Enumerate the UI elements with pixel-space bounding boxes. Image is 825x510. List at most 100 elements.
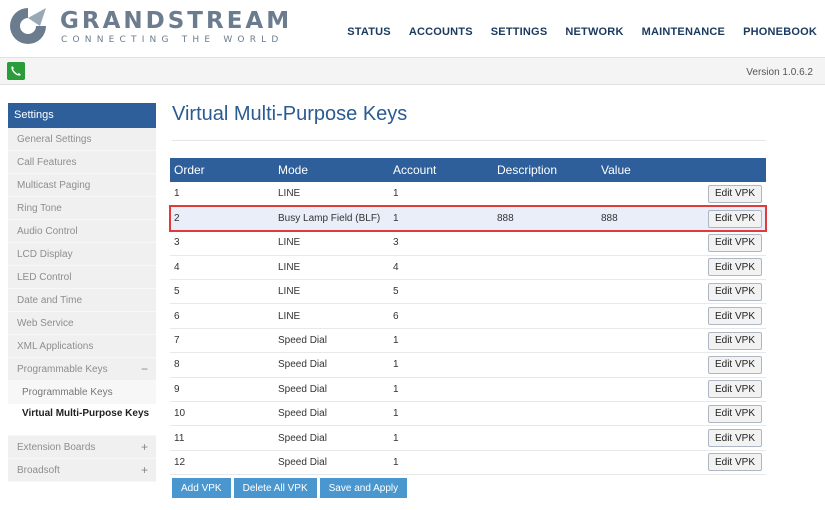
- nav-maintenance[interactable]: MAINTENANCE: [642, 26, 725, 38]
- add-vpk-button[interactable]: Add VPK: [172, 478, 231, 498]
- edit-vpk-button[interactable]: Edit VPK: [707, 184, 762, 203]
- cell-mode: Busy Lamp Field (BLF): [274, 206, 389, 232]
- cell-account: 1: [389, 377, 493, 403]
- column-header-mode: Mode: [278, 163, 309, 177]
- cell-actions: Edit VPK: [657, 401, 766, 427]
- sidebar-item-ring-tone[interactable]: Ring Tone: [8, 197, 156, 220]
- sidebar-item-multicast-paging[interactable]: Multicast Paging: [8, 174, 156, 197]
- nav-phonebook[interactable]: PHONEBOOK: [743, 26, 817, 38]
- table-row: 6 LINE 6 Edit VPK: [170, 303, 766, 329]
- table-row: 4 LINE 4 Edit VPK: [170, 255, 766, 281]
- cell-order: 8: [170, 352, 274, 378]
- cell-mode: LINE: [274, 303, 389, 329]
- cell-actions: Edit VPK: [657, 425, 766, 451]
- phone-icon[interactable]: [7, 62, 25, 80]
- sidebar-subitem-programmable-keys[interactable]: Programmable Keys: [8, 381, 156, 404]
- nav-settings[interactable]: SETTINGS: [491, 26, 548, 38]
- firmware-version: Version 1.0.6.2: [746, 67, 813, 78]
- table-row: 3 LINE 3 Edit VPK: [170, 230, 766, 256]
- brand-tagline: CONNECTING THE WORLD: [61, 35, 284, 45]
- cell-order: 6: [170, 303, 274, 329]
- sidebar-item-programmable-keys-group[interactable]: Programmable Keys −: [8, 358, 156, 381]
- delete-all-vpk-button[interactable]: Delete All VPK: [233, 478, 317, 498]
- edit-vpk-button[interactable]: Edit VPK: [707, 233, 762, 252]
- edit-vpk-button[interactable]: Edit VPK: [707, 429, 762, 448]
- edit-vpk-button[interactable]: Edit VPK: [707, 209, 762, 228]
- table-row: 10 Speed Dial 1 Edit VPK: [170, 401, 766, 427]
- edit-vpk-button[interactable]: Edit VPK: [707, 380, 762, 399]
- sub-toolbar: Version 1.0.6.2: [0, 57, 825, 85]
- cell-value: [597, 230, 657, 256]
- table-row: 9 Speed Dial 1 Edit VPK: [170, 377, 766, 403]
- sidebar-item-audio-control[interactable]: Audio Control: [8, 220, 156, 243]
- cell-description: [493, 401, 597, 427]
- cell-order: 5: [170, 279, 274, 305]
- sidebar-item-general-settings[interactable]: General Settings: [8, 128, 156, 151]
- cell-account: 1: [389, 182, 493, 207]
- sidebar-item-extension-boards[interactable]: Extension Boards +: [8, 436, 156, 459]
- edit-vpk-button[interactable]: Edit VPK: [707, 258, 762, 277]
- cell-mode: Speed Dial: [274, 401, 389, 427]
- edit-vpk-button[interactable]: Edit VPK: [707, 355, 762, 374]
- cell-description: [493, 230, 597, 256]
- edit-vpk-button[interactable]: Edit VPK: [707, 307, 762, 326]
- cell-account: 1: [389, 206, 493, 232]
- cell-description: [493, 328, 597, 354]
- column-header-order: Order: [174, 163, 205, 177]
- cell-account: 4: [389, 255, 493, 281]
- cell-account: 6: [389, 303, 493, 329]
- nav-accounts[interactable]: ACCOUNTS: [409, 26, 473, 38]
- cell-value: [597, 425, 657, 451]
- cell-mode: Speed Dial: [274, 450, 389, 476]
- cell-description: [493, 182, 597, 207]
- sidebar-item-led-control[interactable]: LED Control: [8, 266, 156, 289]
- sidebar-item-label: Extension Boards: [17, 442, 96, 453]
- cell-value: [597, 377, 657, 403]
- cell-account: 1: [389, 450, 493, 476]
- table-body: 1 LINE 1 Edit VPK 2 Busy Lamp Field (BLF) 1 888…: [169, 182, 767, 476]
- divider: [172, 140, 766, 141]
- cell-actions: Edit VPK: [657, 450, 766, 476]
- sidebar-item-lcd-display[interactable]: LCD Display: [8, 243, 156, 266]
- grandstream-logo-icon: [10, 8, 46, 44]
- sidebar-item-web-service[interactable]: Web Service: [8, 312, 156, 335]
- sidebar-item-date-and-time[interactable]: Date and Time: [8, 289, 156, 312]
- cell-mode: LINE: [274, 279, 389, 305]
- sidebar-item-call-features[interactable]: Call Features: [8, 151, 156, 174]
- cell-description: [493, 279, 597, 305]
- cell-mode: Speed Dial: [274, 328, 389, 354]
- cell-order: 10: [170, 401, 274, 427]
- nav-network[interactable]: NETWORK: [565, 26, 623, 38]
- cell-description: [493, 377, 597, 403]
- sidebar-item-label: Broadsoft: [17, 465, 60, 476]
- cell-account: 3: [389, 230, 493, 256]
- collapse-icon[interactable]: −: [141, 358, 148, 381]
- cell-order: 7: [170, 328, 274, 354]
- expand-icon[interactable]: +: [141, 436, 148, 459]
- brand-logo[interactable]: GRANDSTREAM CONNECTING THE WORLD: [6, 4, 289, 50]
- nav-status[interactable]: STATUS: [347, 26, 391, 38]
- sidebar-item-xml-applications[interactable]: XML Applications: [8, 335, 156, 358]
- vpk-table: Order Mode Account Description Value 1 LI…: [169, 158, 767, 476]
- table-row: 5 LINE 5 Edit VPK: [170, 279, 766, 305]
- cell-description: 888: [493, 206, 597, 232]
- save-and-apply-button[interactable]: Save and Apply: [319, 478, 408, 498]
- cell-actions: Edit VPK: [657, 377, 766, 403]
- sidebar-header[interactable]: Settings: [8, 103, 156, 128]
- cell-order: 12: [170, 450, 274, 476]
- cell-mode: Speed Dial: [274, 425, 389, 451]
- action-bar: Add VPK Delete All VPK Save and Apply: [172, 478, 408, 498]
- expand-icon[interactable]: +: [141, 459, 148, 482]
- table-row: 2 Busy Lamp Field (BLF) 1 888 888 Edit VPK: [169, 205, 767, 232]
- cell-value: [597, 255, 657, 281]
- edit-vpk-button[interactable]: Edit VPK: [707, 282, 762, 301]
- sidebar-item-broadsoft[interactable]: Broadsoft +: [8, 459, 156, 482]
- edit-vpk-button[interactable]: Edit VPK: [707, 331, 762, 350]
- edit-vpk-button[interactable]: Edit VPK: [707, 453, 762, 472]
- cell-mode: Speed Dial: [274, 352, 389, 378]
- edit-vpk-button[interactable]: Edit VPK: [707, 404, 762, 423]
- cell-account: 1: [389, 328, 493, 354]
- sidebar-subitem-virtual-multi-purpose-keys[interactable]: Virtual Multi-Purpose Keys: [8, 404, 156, 436]
- cell-mode: LINE: [274, 255, 389, 281]
- cell-actions: Edit VPK: [657, 206, 766, 232]
